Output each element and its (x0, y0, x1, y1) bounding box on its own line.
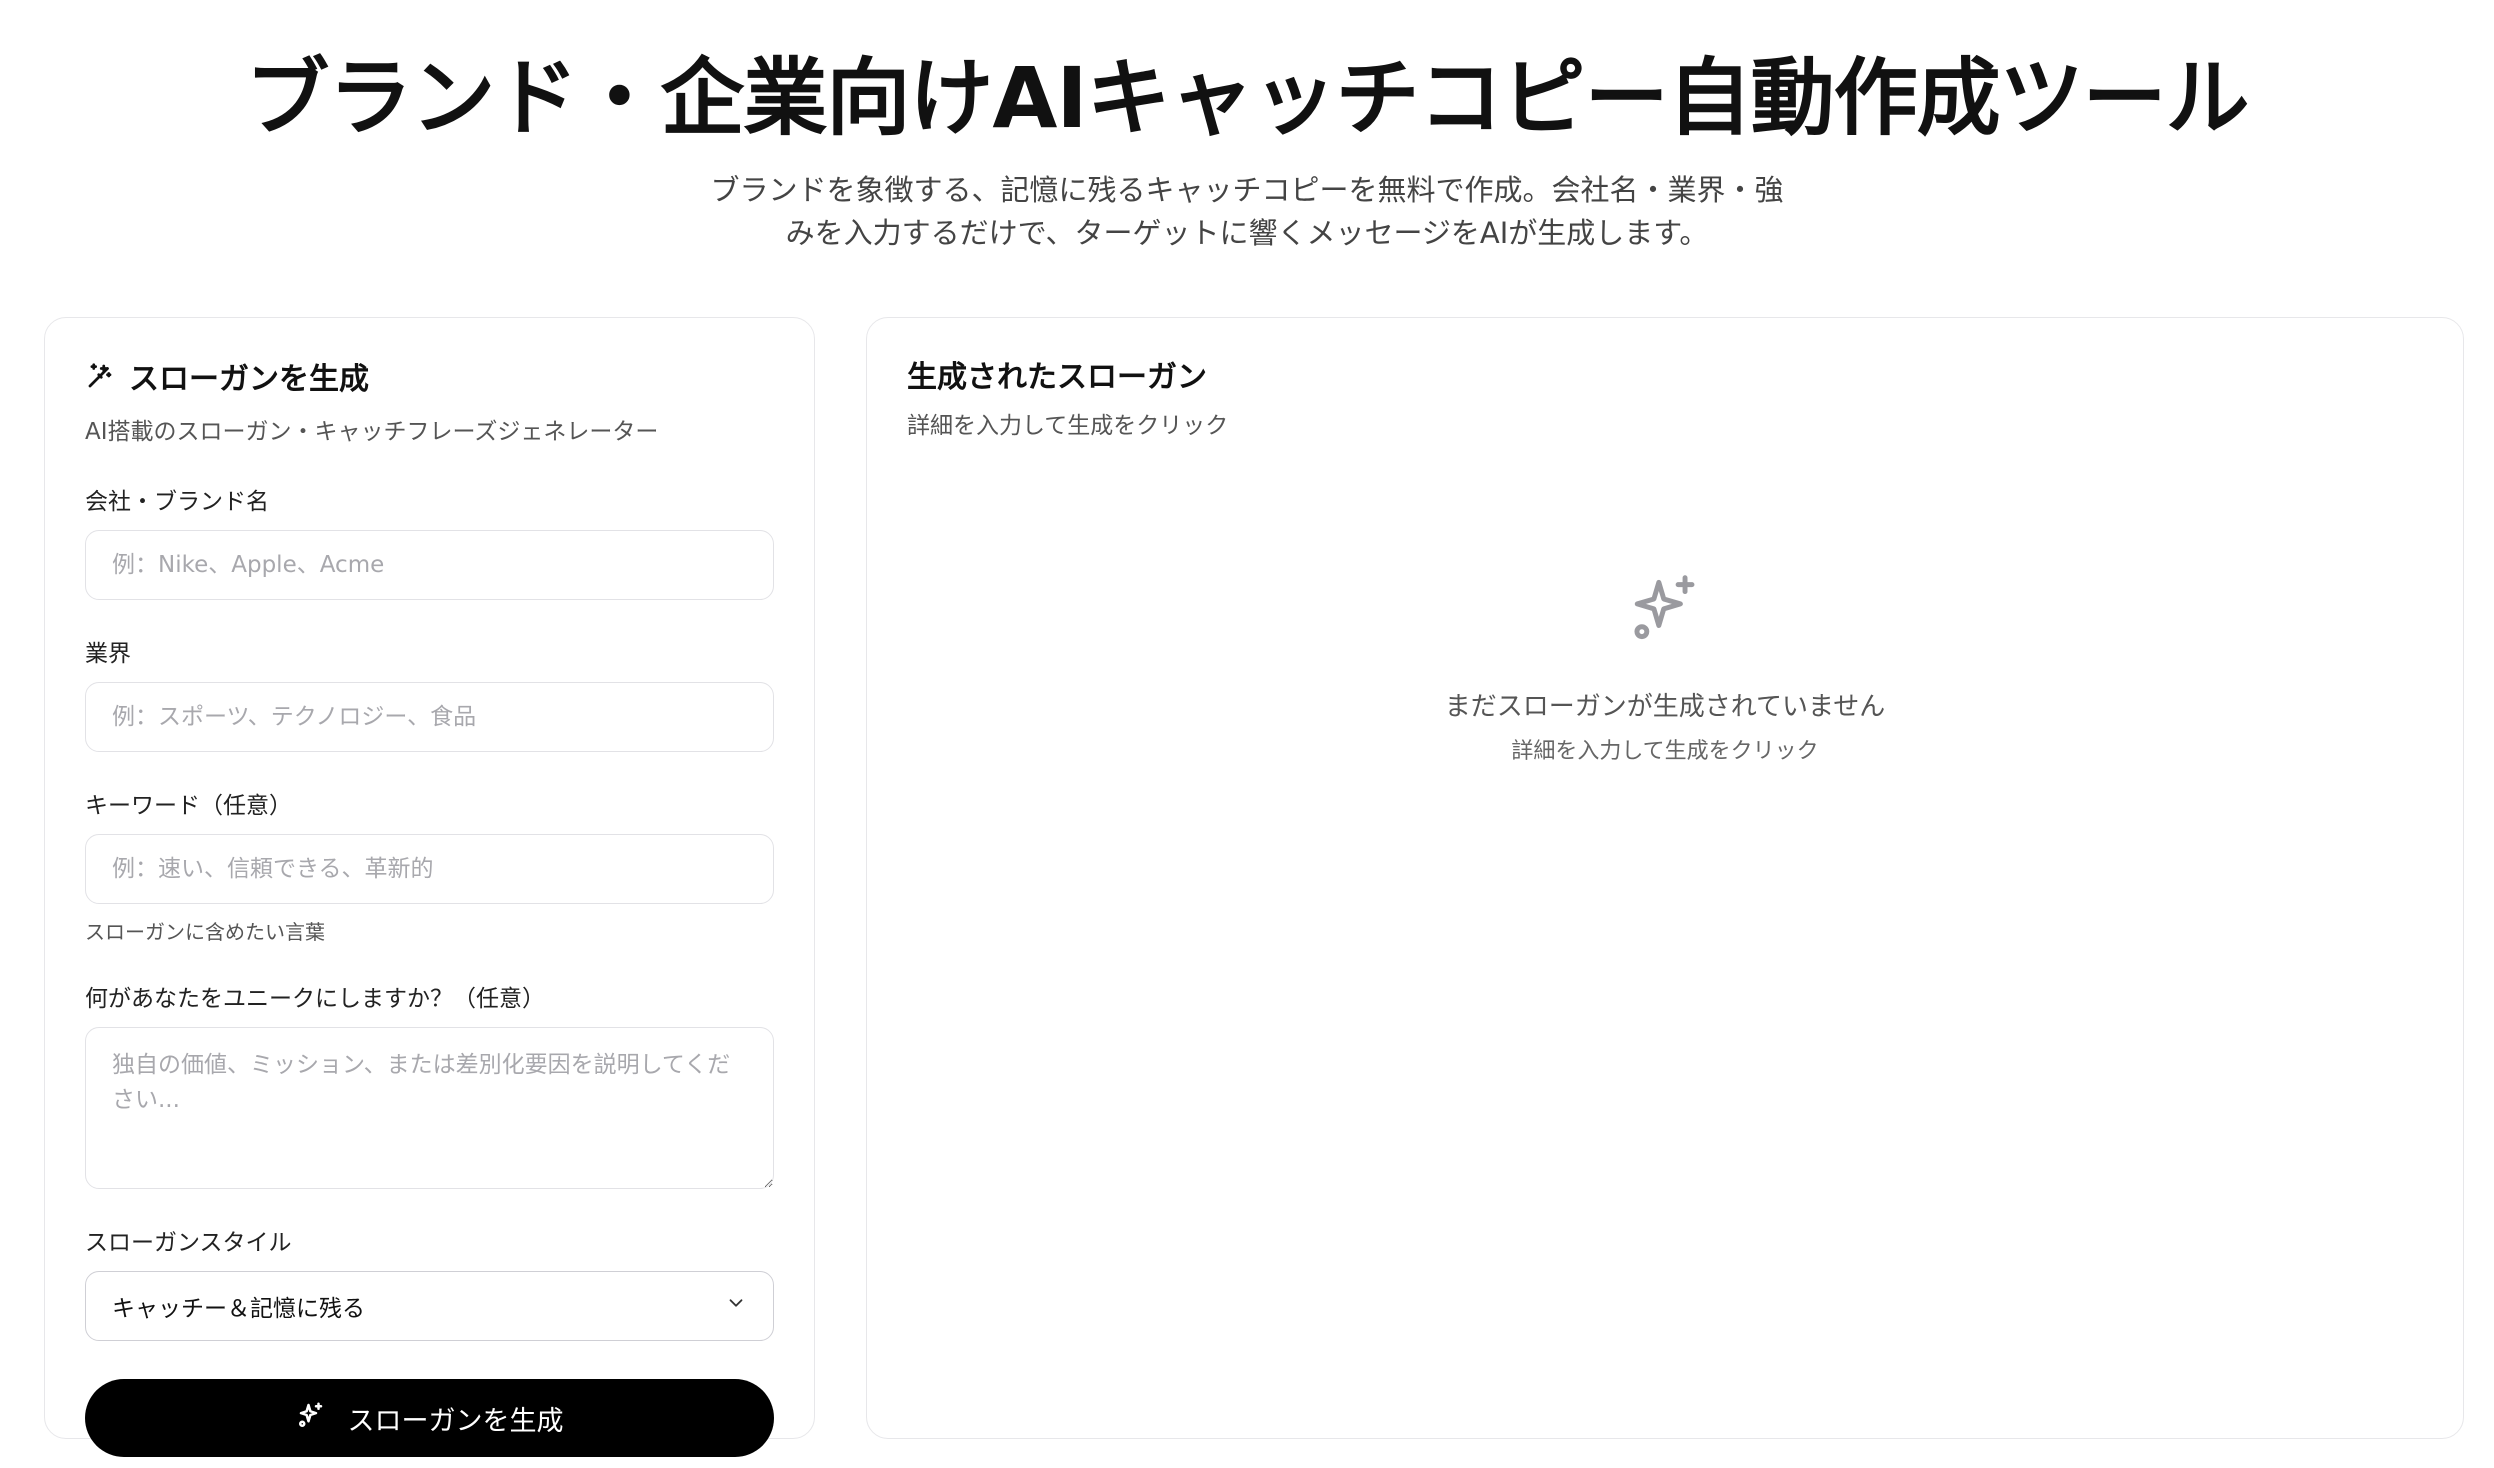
page-subtitle-line-2: みを入力するだけで、ターゲットに響くメッセージをAIが生成します。 (785, 216, 1709, 251)
main-content: スローガンを生成 AI搭載のスローガン・キャッチフレーズジェネレーター 会社・ブ… (44, 317, 2464, 1457)
industry-field-group: 業界 (85, 634, 774, 752)
results-title: 生成されたスローガン (907, 360, 1207, 395)
keywords-input[interactable] (85, 834, 774, 904)
company-field-group: 会社・ブランド名 (85, 482, 774, 600)
wand-sparkles-icon (85, 361, 115, 391)
form-description: AI搭載のスローガン・キャッチフレーズジェネレーター (85, 419, 659, 445)
page-subtitle: ブランドを象徴する、記憶に残るキャッチコピーを無料で作成。会社名・業界・強 みを… (697, 169, 1797, 256)
unique-field-group: 何があなたをユニークにしますか？（任意） (85, 979, 774, 1189)
slogan-style-selected-value: キャッチー＆記憶に残る (112, 1296, 365, 1322)
sparkles-icon (296, 1400, 326, 1437)
generate-slogan-button-label: スローガンを生成 (347, 1405, 564, 1436)
slogan-form-card: スローガンを生成 AI搭載のスローガン・キャッチフレーズジェネレーター 会社・ブ… (44, 317, 815, 1457)
page-title: ブランド・企業向けAIキャッチコピー自動作成ツール (245, 49, 2249, 147)
form-title: スローガンを生成 (129, 362, 369, 397)
page-subtitle-line-1: ブランドを象徴する、記憶に残るキャッチコピーを無料で作成。会社名・業界・強 (710, 172, 1784, 207)
slogan-style-select[interactable]: キャッチー＆記憶に残る (85, 1271, 774, 1341)
keywords-field-group: キーワード（任意） スローガンに含めたい言葉 (85, 786, 774, 945)
keywords-helper-text: スローガンに含めたい言葉 (85, 920, 325, 944)
chevron-down-icon (725, 1292, 747, 1320)
keywords-label: キーワード（任意） (85, 793, 292, 819)
form-title-row: スローガンを生成 (85, 354, 774, 398)
empty-state-subtitle: 詳細を入力して生成をクリック (1511, 739, 1819, 764)
unique-description-textarea[interactable] (85, 1027, 774, 1189)
results-description: 詳細を入力して生成をクリック (907, 413, 1229, 439)
page-header: ブランド・企業向けAIキャッチコピー自動作成ツール ブランドを象徴する、記憶に残… (0, 0, 2494, 256)
results-card: 生成されたスローガン 詳細を入力して生成をクリック まだスローガンが生成されてい… (866, 317, 2464, 1439)
empty-state-title: まだスローガンが生成されていません (1444, 692, 1886, 722)
company-label: 会社・ブランド名 (85, 489, 269, 515)
sparkles-icon (1628, 570, 1702, 644)
empty-state: まだスローガンが生成されていません 詳細を入力して生成をクリック (867, 570, 2463, 765)
unique-label: 何があなたをユニークにしますか？（任意） (85, 986, 545, 1012)
style-label: スローガンスタイル (85, 1230, 292, 1256)
style-field-group: スローガンスタイル キャッチー＆記憶に残る (85, 1223, 774, 1341)
industry-input[interactable] (85, 682, 774, 752)
generate-slogan-button[interactable]: スローガンを生成 (85, 1379, 774, 1457)
company-name-input[interactable] (85, 530, 774, 600)
industry-label: 業界 (85, 641, 131, 667)
